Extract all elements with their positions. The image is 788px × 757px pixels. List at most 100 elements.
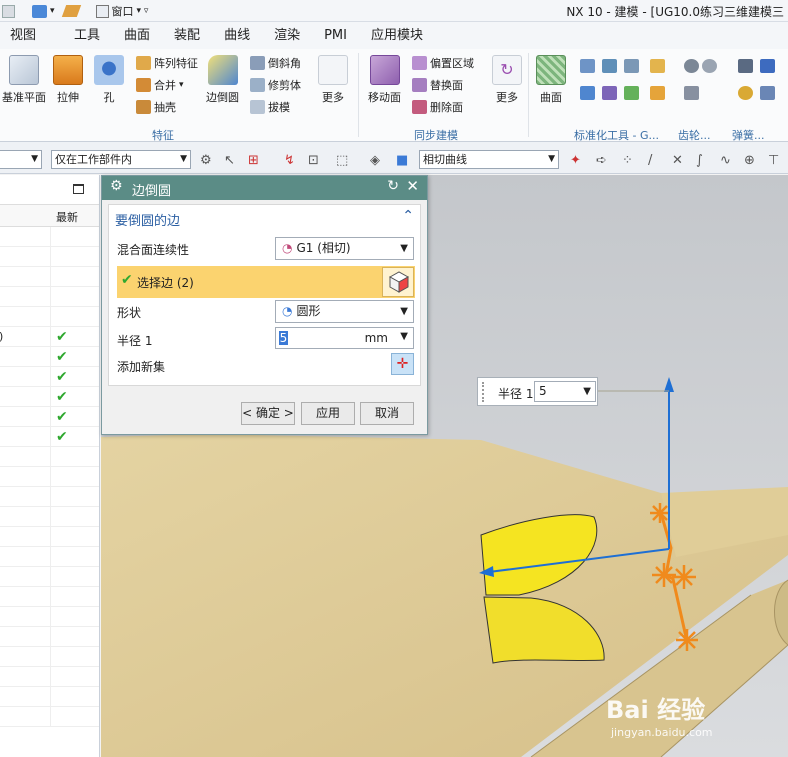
chamfer-button[interactable]: 倒斜角 — [250, 55, 301, 71]
list-item[interactable] — [0, 687, 99, 707]
drag-grip-icon[interactable] — [482, 382, 486, 402]
shell-button[interactable]: 抽壳 — [136, 99, 176, 115]
onscreen-radius-input[interactable]: 半径 1 5 ▼ — [477, 377, 598, 406]
menu-tools[interactable]: 工具 — [48, 22, 112, 49]
wave-icon[interactable]: ∿ — [720, 153, 731, 168]
list-item[interactable] — [0, 707, 99, 727]
spring-group-label[interactable]: 弹簧... — [732, 127, 765, 143]
list-item[interactable] — [0, 487, 99, 507]
std-tools-label[interactable]: 标准化工具 - G... — [574, 127, 659, 143]
snap-icon[interactable]: ⚙ — [200, 153, 212, 168]
list-item[interactable]: ✔ — [0, 387, 99, 407]
list-item[interactable] — [0, 267, 99, 287]
hole-button[interactable]: 孔 — [94, 55, 124, 105]
gear-tool-button[interactable] — [684, 86, 699, 100]
gear-group-label[interactable]: 齿轮... — [678, 127, 711, 143]
gear-tool-button[interactable] — [684, 59, 717, 73]
std-tool-button[interactable] — [580, 86, 665, 100]
offset-region-button[interactable]: 偏置区域 — [412, 55, 474, 71]
trim-body-button[interactable]: 修剪体 — [250, 77, 301, 93]
cancel-button[interactable]: 取消 — [360, 402, 414, 425]
ok-button[interactable]: < 确定 > — [241, 402, 295, 425]
radius-input[interactable]: 5 mm ▼ — [275, 327, 414, 349]
sync-more-button[interactable]: ↻ 更多 — [492, 55, 522, 105]
list-item[interactable]: ✔ — [0, 347, 99, 367]
window-menu[interactable]: 窗口 — [112, 3, 134, 19]
circle-center-icon[interactable]: ⊕ — [744, 153, 755, 168]
list-item[interactable] — [0, 647, 99, 667]
dialog-title-bar[interactable]: ⚙ 边倒圆 ↻ ✕ — [102, 176, 427, 200]
menu-applications[interactable]: 应用模块 — [359, 22, 435, 49]
shape-select[interactable]: ◔ 圆形 ▼ — [275, 300, 414, 323]
scope-filter-combo[interactable]: 仅在工作部件内 ▼ — [51, 150, 191, 169]
intersect-icon[interactable]: ✕ — [672, 153, 683, 168]
list-item[interactable]: ✔ — [0, 427, 99, 447]
maximize-icon[interactable] — [73, 184, 84, 194]
list-item[interactable]: ✔ — [0, 407, 99, 427]
edges-section-header[interactable]: 要倒圆的边 — [115, 210, 180, 229]
spring-tool-button[interactable] — [738, 86, 775, 100]
spring-tool-button[interactable] — [738, 59, 775, 73]
delete-face-button[interactable]: 删除面 — [412, 99, 463, 115]
curve-rule-combo[interactable]: 相切曲线 ▼ — [419, 150, 559, 169]
move-face-button[interactable]: 移动面 — [368, 55, 401, 105]
list-item[interactable] — [0, 587, 99, 607]
list-item[interactable] — [0, 227, 99, 247]
curve-icon[interactable]: ∫ — [696, 153, 703, 168]
list-item[interactable] — [0, 307, 99, 327]
select-arrow-icon[interactable]: ↖ — [224, 153, 235, 168]
list-item[interactable] — [0, 607, 99, 627]
dropdown-arrow-icon[interactable]: ▾ — [50, 6, 55, 16]
list-item[interactable] — [0, 627, 99, 647]
select-all-icon[interactable]: ⊡ — [308, 153, 319, 168]
radius-value[interactable]: 5 — [279, 331, 288, 345]
list-item[interactable] — [0, 507, 99, 527]
tangent-icon[interactable]: ⊤ — [768, 153, 779, 168]
arrow-right-icon[interactable]: ➪ — [596, 153, 607, 168]
window-icon[interactable] — [95, 4, 109, 18]
apply-button[interactable]: 应用 — [301, 402, 355, 425]
pattern-feature-button[interactable]: 阵列特征 — [136, 55, 198, 71]
list-item[interactable] — [0, 547, 99, 567]
rect-select-icon[interactable]: ⬚ — [336, 153, 348, 168]
face-select-icon[interactable]: ◈ — [370, 153, 380, 168]
select-edge-button[interactable] — [382, 267, 414, 297]
reset-icon[interactable]: ↻ — [387, 178, 399, 194]
grid-snap-icon[interactable]: ⁘ — [622, 153, 633, 168]
unite-button[interactable]: 合并 ▾ — [136, 77, 184, 93]
list-item[interactable] — [0, 667, 99, 687]
type-filter-combo[interactable]: ▼ — [0, 150, 42, 169]
eraser-icon[interactable] — [61, 5, 81, 17]
feature-more-button[interactable]: 更多 — [318, 55, 348, 105]
extrude-button[interactable]: 拉伸 — [53, 55, 83, 105]
list-item[interactable] — [0, 567, 99, 587]
curve-snap-icon[interactable]: ↯ — [284, 153, 295, 168]
chevron-down-icon[interactable]: ▼ — [400, 331, 408, 342]
latest-column-header[interactable]: 最新 — [56, 209, 78, 225]
select-edge-row[interactable]: ✔ 选择边 (2) — [117, 266, 415, 298]
draft-button[interactable]: 拔模 — [250, 99, 290, 115]
menu-pmi[interactable]: PMI — [312, 22, 359, 49]
point-snap-icon[interactable]: ⊞ — [248, 153, 259, 168]
datum-plane-button[interactable]: 基准平面 — [2, 55, 46, 105]
list-item[interactable]: ✔ — [0, 367, 99, 387]
list-item[interactable] — [0, 287, 99, 307]
window-menu-arrow-icon[interactable]: ▾ ▿ — [137, 6, 149, 16]
chevron-up-icon[interactable]: ⌃ — [402, 208, 414, 224]
list-item[interactable]: )✔ — [0, 327, 99, 347]
copy-icon[interactable] — [2, 4, 15, 18]
unite-arrow-icon[interactable]: ▾ — [179, 80, 184, 90]
list-item[interactable] — [0, 467, 99, 487]
blend-continuity-select[interactable]: ◔ G1 (相切) ▼ — [275, 237, 414, 260]
edge-blend-button[interactable]: 边倒圆 — [206, 55, 239, 105]
menu-surface[interactable]: 曲面 — [112, 22, 162, 49]
list-item[interactable] — [0, 447, 99, 467]
list-item[interactable] — [0, 527, 99, 547]
body-select-icon[interactable]: ■ — [396, 153, 408, 168]
close-icon[interactable]: ✕ — [406, 177, 419, 195]
std-tool-button[interactable] — [580, 59, 665, 73]
menu-assembly[interactable]: 装配 — [162, 22, 212, 49]
replace-face-button[interactable]: 替换面 — [412, 77, 463, 93]
list-item[interactable] — [0, 247, 99, 267]
chevron-down-icon[interactable]: ▼ — [583, 382, 591, 401]
